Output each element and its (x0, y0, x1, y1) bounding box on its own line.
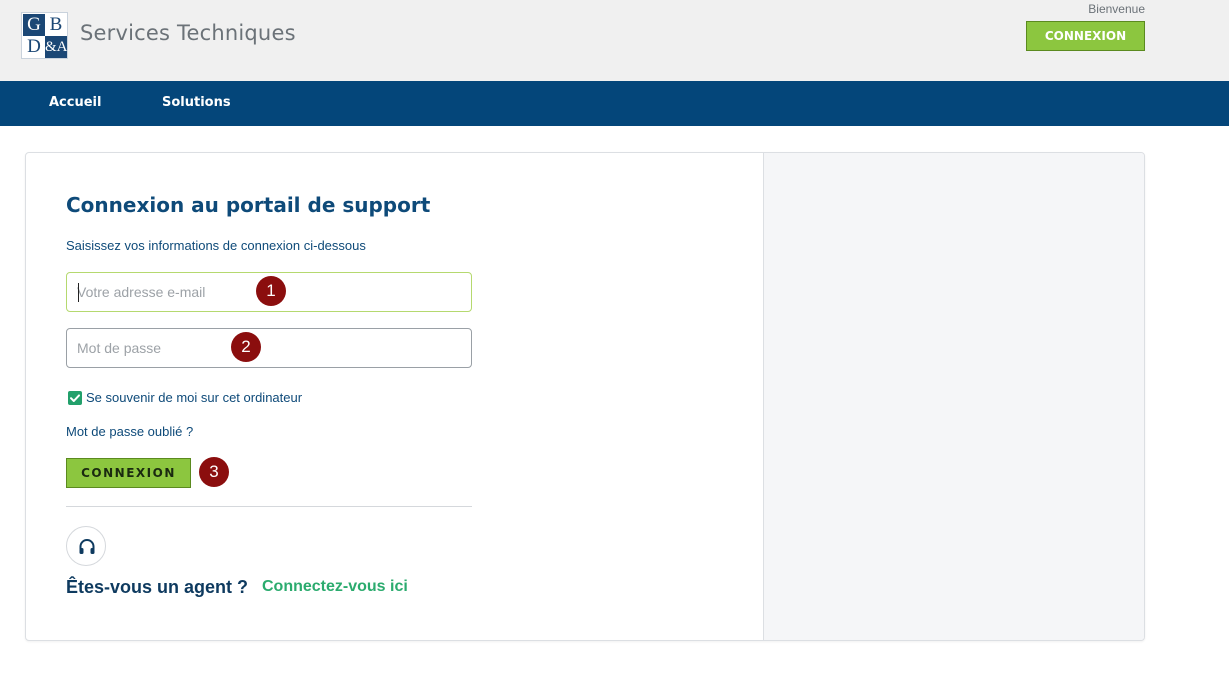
logo-letter: D (23, 36, 45, 58)
login-card: Connexion au portail de support Saisisse… (25, 152, 1145, 641)
step-badge-2: 2 (231, 332, 261, 362)
logo-letter: &A (45, 36, 68, 58)
nav-item-accueil[interactable]: Accueil (49, 95, 101, 110)
agent-icon-circle (66, 526, 106, 566)
login-title: Connexion au portail de support (66, 193, 431, 217)
divider (66, 506, 472, 507)
brand-name: Services Techniques (80, 21, 296, 45)
remember-me-checkbox[interactable] (68, 391, 82, 405)
agent-login-link[interactable]: Connectez-vous ici (262, 578, 408, 596)
logo-letter: B (45, 14, 67, 36)
agent-question: Êtes-vous un agent ? (66, 577, 249, 597)
headset-icon (79, 539, 95, 554)
side-panel (763, 153, 1144, 640)
remember-me-label[interactable]: Se souvenir de moi sur cet ordinateur (86, 390, 302, 405)
password-input[interactable] (66, 328, 472, 368)
text-caret (78, 283, 79, 302)
login-submit-button[interactable]: CONNEXION (66, 458, 191, 488)
header-login-button[interactable]: CONNEXION (1026, 21, 1145, 51)
step-badge-3: 3 (199, 457, 229, 487)
main-nav: Accueil Solutions (0, 81, 1229, 126)
checkmark-icon (70, 394, 80, 402)
welcome-text: Bienvenue (1088, 2, 1145, 16)
step-badge-1: 1 (256, 276, 286, 306)
gbda-logo[interactable]: G B D &A (21, 12, 68, 59)
login-subtitle: Saisissez vos informations de connexion … (66, 238, 366, 253)
site-header: G B D &A Services Techniques Bienvenue C… (0, 0, 1229, 81)
forgot-password-link[interactable]: Mot de passe oublié ? (66, 424, 193, 439)
logo-letter: G (23, 14, 45, 36)
nav-item-solutions[interactable]: Solutions (162, 95, 231, 110)
